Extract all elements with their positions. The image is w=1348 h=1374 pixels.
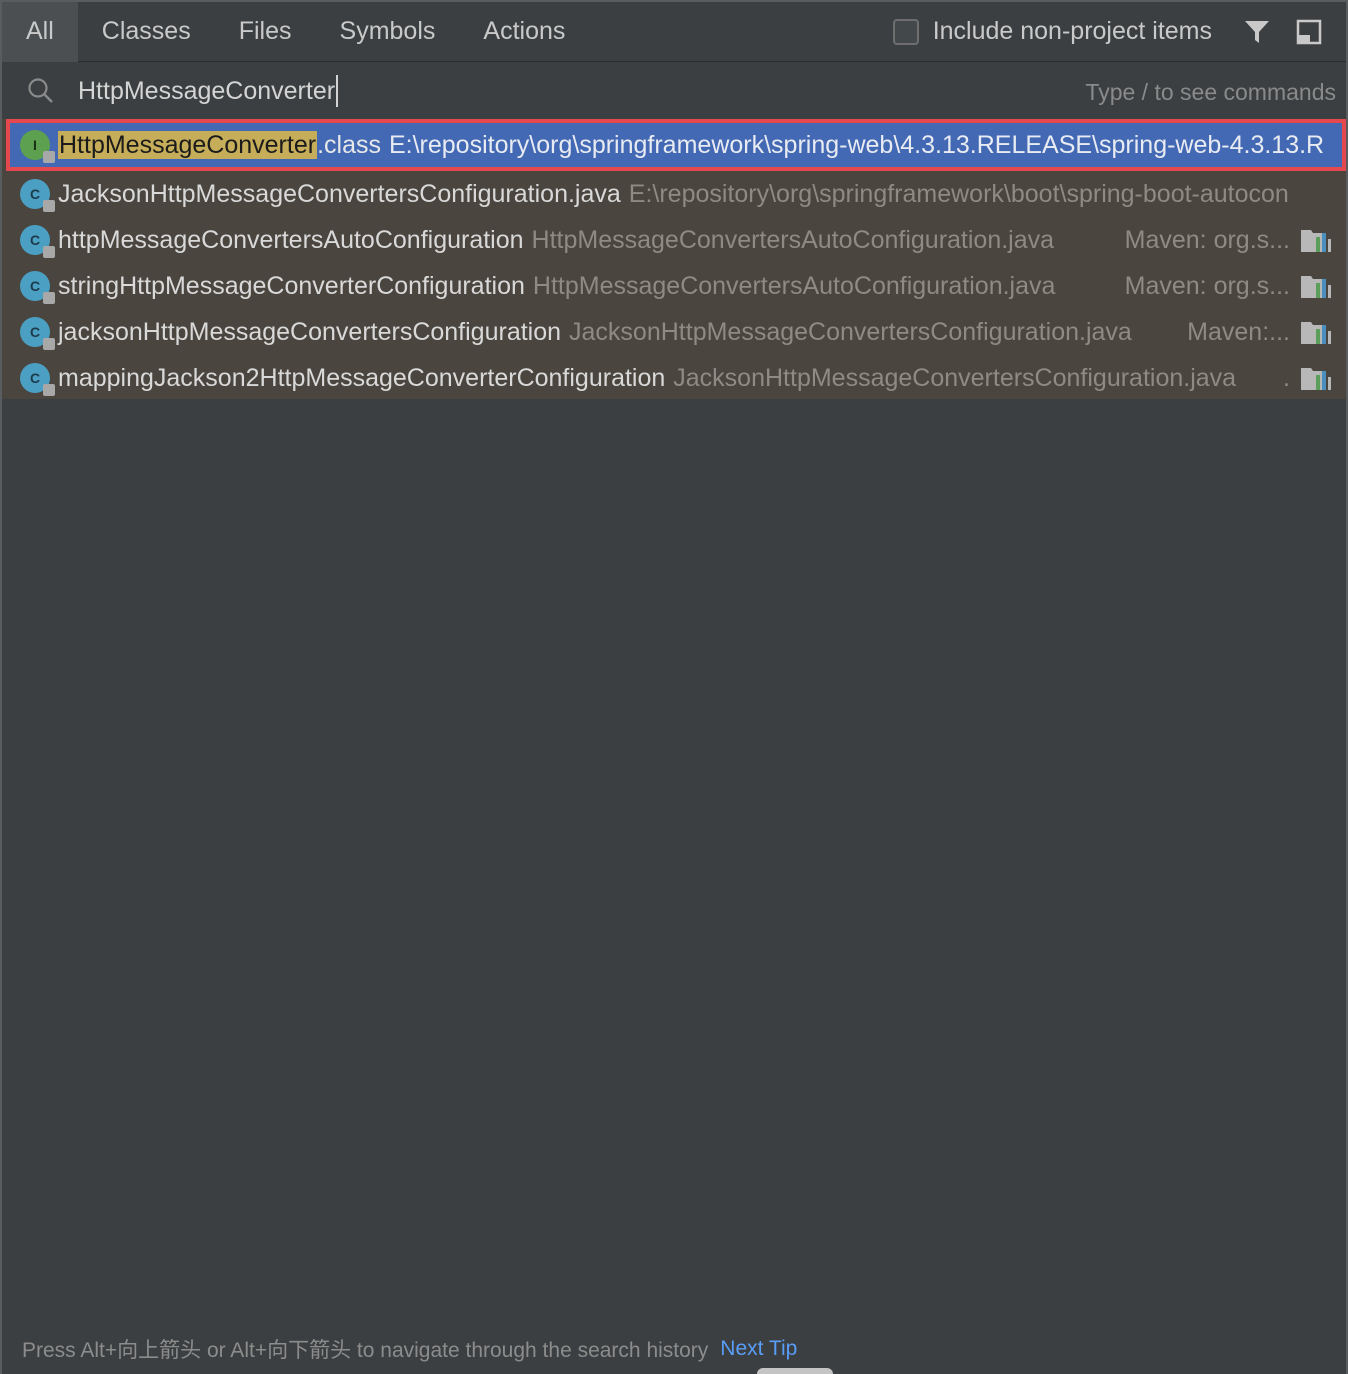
result-location: E:\repository\org\springframework\boot\s…: [628, 179, 1289, 208]
result-row[interactable]: C stringHttpMessageConverterConfiguratio…: [2, 263, 1346, 309]
search-input-value: HttpMessageConverter: [78, 76, 336, 105]
include-non-project-label: Include non-project items: [932, 17, 1212, 45]
result-location: JacksonHttpMessageConvertersConfiguratio…: [569, 317, 1132, 346]
filter-icon[interactable]: [1242, 17, 1272, 47]
result-row-selected[interactable]: I HttpMessageConverter.class E:\reposito…: [6, 119, 1346, 171]
maven-label: Maven: org.s...: [1106, 225, 1290, 255]
interface-icon: I: [20, 130, 55, 163]
text-caret: [336, 75, 339, 107]
include-non-project-checkbox[interactable]: [892, 18, 919, 45]
search-icon: [26, 76, 56, 106]
class-icon: C: [20, 225, 55, 258]
tab-classes[interactable]: Classes: [78, 2, 215, 62]
result-location: HttpMessageConvertersAutoConfiguration.j…: [531, 225, 1055, 254]
library-icon: [1301, 368, 1331, 390]
maven-label: Maven: org.s...: [1106, 271, 1290, 301]
next-tip-link[interactable]: Next Tip: [720, 1337, 797, 1361]
lock-icon: [43, 384, 55, 396]
library-icon: [1301, 322, 1331, 344]
tab-actions[interactable]: Actions: [459, 2, 589, 62]
result-name: HttpMessageConverter.class: [58, 130, 381, 159]
class-icon: C: [20, 363, 55, 396]
class-icon: C: [20, 271, 55, 304]
lock-icon: [43, 200, 55, 212]
tab-files[interactable]: Files: [215, 2, 316, 62]
result-name: mappingJackson2HttpMessageConverterConfi…: [58, 363, 666, 392]
search-input[interactable]: HttpMessageConverter: [78, 75, 339, 107]
library-icon: [1301, 230, 1331, 252]
lock-icon: [43, 151, 55, 163]
tab-symbols[interactable]: Symbols: [316, 2, 460, 62]
tab-all[interactable]: All: [2, 1, 78, 62]
result-row[interactable]: C jacksonHttpMessageConvertersConfigurat…: [2, 309, 1346, 355]
result-name: stringHttpMessageConverterConfiguration: [58, 271, 525, 300]
maven-label: .: [1265, 363, 1290, 393]
class-icon: C: [20, 317, 55, 350]
result-location: E:\repository\org\springframework\spring…: [388, 130, 1325, 159]
result-name: httpMessageConvertersAutoConfiguration: [58, 225, 524, 254]
lock-icon: [43, 246, 55, 258]
results-list: I HttpMessageConverter.class E:\reposito…: [2, 119, 1346, 399]
result-location: JacksonHttpMessageConvertersConfiguratio…: [673, 363, 1237, 392]
status-footer: Press Alt+向上箭头 or Alt+向下箭头 to navigate t…: [2, 1324, 1346, 1374]
lock-icon: [43, 292, 55, 304]
include-non-project-toggle[interactable]: Include non-project items: [892, 17, 1212, 46]
lock-icon: [43, 338, 55, 350]
class-icon: C: [20, 179, 55, 212]
window-icon[interactable]: [1294, 17, 1324, 47]
library-icon: [1301, 276, 1331, 298]
result-row[interactable]: C mappingJackson2HttpMessageConverterCon…: [2, 355, 1346, 401]
result-row[interactable]: C httpMessageConvertersAutoConfiguration…: [2, 217, 1346, 263]
result-row[interactable]: C JacksonHttpMessageConvertersConfigurat…: [2, 171, 1346, 217]
result-name: jacksonHttpMessageConvertersConfiguratio…: [58, 317, 562, 346]
search-hint: Type / to see commands: [1085, 79, 1336, 105]
resize-handle[interactable]: [757, 1368, 833, 1374]
search-bar: HttpMessageConverter Type / to see comma…: [2, 63, 1346, 119]
search-history-tip: Press Alt+向上箭头 or Alt+向下箭头 to navigate t…: [22, 1339, 709, 1362]
result-location: HttpMessageConvertersAutoConfiguration.j…: [532, 271, 1056, 300]
match-highlight: HttpMessageConverter: [58, 130, 318, 159]
maven-label: Maven:...: [1169, 317, 1290, 347]
search-everywhere-tabbar: All Classes Files Symbols Actions Includ…: [2, 1, 1346, 62]
result-name: JacksonHttpMessageConvertersConfiguratio…: [58, 179, 621, 208]
